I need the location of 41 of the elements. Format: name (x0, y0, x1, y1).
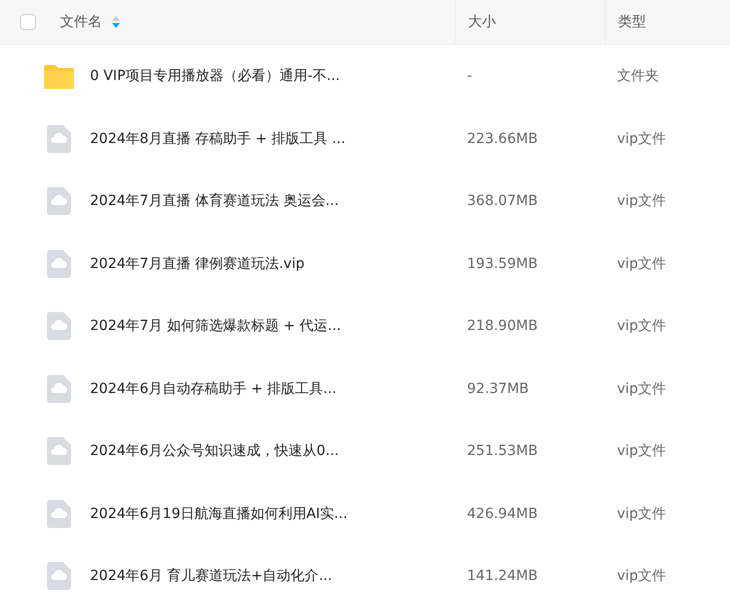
file-size: 426.94MB (467, 506, 538, 522)
file-name[interactable]: 2024年7月直播 律例赛道玩法.vip (90, 254, 304, 273)
file-size: 218.90MB (467, 318, 538, 334)
file-type: vip文件 (617, 380, 666, 398)
file-type: vip文件 (617, 317, 666, 336)
column-header[interactable]: 类型 (618, 13, 646, 31)
file-name[interactable]: 2024年6月自动存稿助手 + 排版工具... (90, 380, 337, 398)
file-type: vip文件 (617, 192, 666, 210)
file-size: 251.53MB (467, 443, 538, 460)
file-size: 193.59MB (467, 256, 538, 272)
file-name[interactable]: 2024年6月公众号知识速成，快速从0... (90, 442, 339, 460)
cloud-file-icon (47, 437, 71, 466)
cloud-file-icon (47, 187, 71, 216)
file-size: 223.66MB (467, 130, 538, 147)
cloud-file-icon (47, 312, 71, 340)
column-header[interactable]: 大小 (468, 13, 496, 31)
cloud-file-icon (47, 500, 71, 528)
cloud-file-icon (47, 562, 71, 590)
file-name[interactable]: 2024年7月 如何筛选爆款标题 + 代运... (90, 317, 341, 336)
file-type: vip文件 (617, 504, 666, 523)
file-type: vip文件 (617, 254, 666, 273)
select-all-checkbox[interactable] (20, 14, 36, 30)
file-name[interactable]: 2024年6月19日航海直播如何利用AI实... (90, 504, 348, 523)
file-size: 141.24MB (467, 568, 538, 584)
cloud-file-icon (47, 124, 71, 153)
sort-icon[interactable] (112, 16, 120, 28)
file-size: 368.07MB (467, 193, 538, 210)
folder-icon (44, 63, 74, 90)
file-name[interactable]: 0 VIP项目专用播放器（必看）通用-不... (90, 67, 340, 86)
cloud-file-icon (47, 374, 71, 403)
file-name[interactable]: 2024年7月直播 体育赛道玩法 奥运会... (90, 192, 339, 210)
file-type: vip文件 (617, 130, 666, 148)
file-name[interactable]: 2024年8月直播 存稿助手 + 排版工具 ... (90, 130, 346, 148)
file-type: vip文件 (617, 442, 666, 460)
file-type: 文件夹 (617, 67, 659, 86)
file-type: vip文件 (617, 567, 666, 586)
cloud-file-icon (47, 250, 71, 278)
file-name[interactable]: 2024年6月 育儿赛道玩法+自动化介... (90, 567, 332, 586)
file-size: 92.37MB (467, 380, 529, 397)
file-size: - (467, 68, 472, 84)
column-header[interactable]: 文件名 (60, 13, 102, 31)
